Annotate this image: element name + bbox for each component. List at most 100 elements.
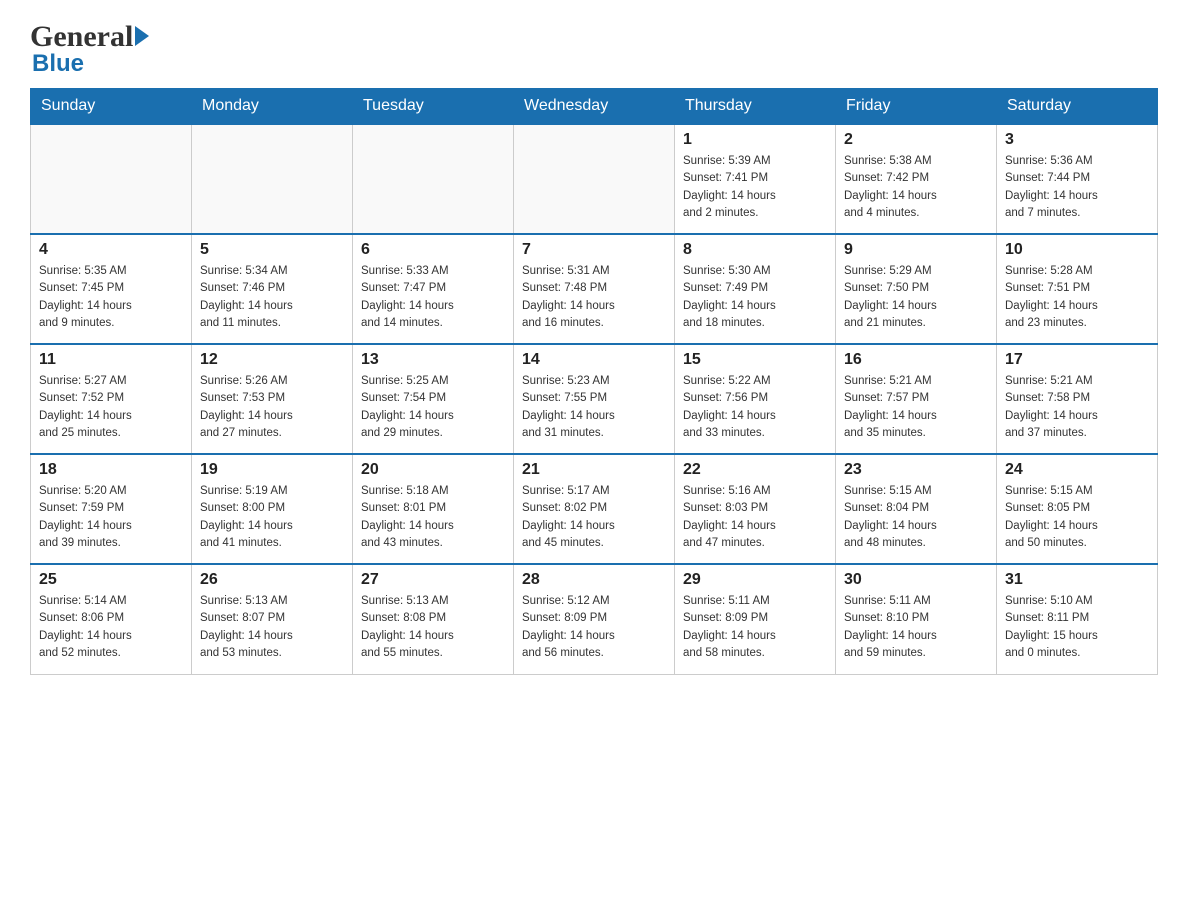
logo-blue-label: Blue: [32, 50, 84, 78]
day-number: 7: [522, 241, 666, 259]
day-number: 16: [844, 351, 988, 369]
calendar-cell: 4Sunrise: 5:35 AM Sunset: 7:45 PM Daylig…: [31, 234, 192, 344]
day-info: Sunrise: 5:26 AM Sunset: 7:53 PM Dayligh…: [200, 373, 344, 442]
calendar-cell: 17Sunrise: 5:21 AM Sunset: 7:58 PM Dayli…: [997, 344, 1158, 454]
day-info: Sunrise: 5:29 AM Sunset: 7:50 PM Dayligh…: [844, 263, 988, 332]
logo: General Blue: [30, 20, 149, 78]
day-info: Sunrise: 5:25 AM Sunset: 7:54 PM Dayligh…: [361, 373, 505, 442]
calendar-cell: 12 Sunrise: 5:26 AM Sunset: 7:53 PM Dayli…: [192, 344, 353, 454]
calendar-table: SundayMondayTuesdayWednesdayThursdayFrid…: [30, 88, 1158, 675]
calendar-header-monday: Monday: [192, 89, 353, 125]
day-number: 28: [522, 571, 666, 589]
day-number: 25: [39, 571, 183, 589]
page-header: General Blue: [30, 20, 1158, 78]
logo-general-text: General: [30, 20, 133, 54]
day-number: 24: [1005, 461, 1149, 479]
calendar-cell: 6 Sunrise: 5:33 AM Sunset: 7:47 PM Daylig…: [353, 234, 514, 344]
calendar-week-1: 1Sunrise: 5:39 AM Sunset: 7:41 PM Daylig…: [31, 124, 1158, 234]
calendar-cell: [514, 124, 675, 234]
day-info: Sunrise: 5:11 AM Sunset: 8:10 PM Dayligh…: [844, 593, 988, 662]
day-number: 21: [522, 461, 666, 479]
calendar-cell: 22 Sunrise: 5:16 AM Sunset: 8:03 PM Dayli…: [675, 454, 836, 564]
calendar-header-saturday: Saturday: [997, 89, 1158, 125]
day-number: 11: [39, 351, 183, 369]
day-number: 4: [39, 241, 183, 259]
calendar-cell: 29 Sunrise: 5:11 AM Sunset: 8:09 PM Dayli…: [675, 564, 836, 674]
calendar-header-thursday: Thursday: [675, 89, 836, 125]
calendar-cell: 27 Sunrise: 5:13 AM Sunset: 8:08 PM Dayli…: [353, 564, 514, 674]
calendar-cell: 3Sunrise: 5:36 AM Sunset: 7:44 PM Daylig…: [997, 124, 1158, 234]
day-number: 26: [200, 571, 344, 589]
day-info: Sunrise: 5:15 AM Sunset: 8:04 PM Dayligh…: [844, 483, 988, 552]
day-info: Sunrise: 5:33 AM Sunset: 7:47 PM Dayligh…: [361, 263, 505, 332]
calendar-cell: 1Sunrise: 5:39 AM Sunset: 7:41 PM Daylig…: [675, 124, 836, 234]
day-number: 8: [683, 241, 827, 259]
day-number: 6: [361, 241, 505, 259]
calendar-week-5: 25 Sunrise: 5:14 AM Sunset: 8:06 PM Dayli…: [31, 564, 1158, 674]
calendar-cell: 9 Sunrise: 5:29 AM Sunset: 7:50 PM Daylig…: [836, 234, 997, 344]
day-number: 15: [683, 351, 827, 369]
calendar-cell: 7Sunrise: 5:31 AM Sunset: 7:48 PM Daylig…: [514, 234, 675, 344]
day-info: Sunrise: 5:39 AM Sunset: 7:41 PM Dayligh…: [683, 153, 827, 222]
calendar-cell: 24 Sunrise: 5:15 AM Sunset: 8:05 PM Dayli…: [997, 454, 1158, 564]
calendar-week-2: 4Sunrise: 5:35 AM Sunset: 7:45 PM Daylig…: [31, 234, 1158, 344]
logo-arrow-icon: [135, 26, 149, 46]
calendar-cell: 10 Sunrise: 5:28 AM Sunset: 7:51 PM Dayli…: [997, 234, 1158, 344]
calendar-cell: 23Sunrise: 5:15 AM Sunset: 8:04 PM Dayli…: [836, 454, 997, 564]
calendar-cell: 2 Sunrise: 5:38 AM Sunset: 7:42 PM Daylig…: [836, 124, 997, 234]
day-info: Sunrise: 5:22 AM Sunset: 7:56 PM Dayligh…: [683, 373, 827, 442]
calendar-cell: [192, 124, 353, 234]
calendar-cell: 8 Sunrise: 5:30 AM Sunset: 7:49 PM Daylig…: [675, 234, 836, 344]
calendar-cell: 11 Sunrise: 5:27 AM Sunset: 7:52 PM Dayli…: [31, 344, 192, 454]
calendar-header-tuesday: Tuesday: [353, 89, 514, 125]
day-info: Sunrise: 5:16 AM Sunset: 8:03 PM Dayligh…: [683, 483, 827, 552]
day-info: Sunrise: 5:30 AM Sunset: 7:49 PM Dayligh…: [683, 263, 827, 332]
day-number: 13: [361, 351, 505, 369]
day-info: Sunrise: 5:28 AM Sunset: 7:51 PM Dayligh…: [1005, 263, 1149, 332]
calendar-cell: 14 Sunrise: 5:23 AM Sunset: 7:55 PM Dayli…: [514, 344, 675, 454]
day-info: Sunrise: 5:12 AM Sunset: 8:09 PM Dayligh…: [522, 593, 666, 662]
day-number: 29: [683, 571, 827, 589]
day-info: Sunrise: 5:14 AM Sunset: 8:06 PM Dayligh…: [39, 593, 183, 662]
day-info: Sunrise: 5:27 AM Sunset: 7:52 PM Dayligh…: [39, 373, 183, 442]
calendar-cell: 5 Sunrise: 5:34 AM Sunset: 7:46 PM Daylig…: [192, 234, 353, 344]
day-number: 22: [683, 461, 827, 479]
day-info: Sunrise: 5:36 AM Sunset: 7:44 PM Dayligh…: [1005, 153, 1149, 222]
calendar-cell: 28 Sunrise: 5:12 AM Sunset: 8:09 PM Dayli…: [514, 564, 675, 674]
calendar-cell: 15 Sunrise: 5:22 AM Sunset: 7:56 PM Dayli…: [675, 344, 836, 454]
day-number: 27: [361, 571, 505, 589]
calendar-header-wednesday: Wednesday: [514, 89, 675, 125]
day-number: 2: [844, 131, 988, 149]
day-info: Sunrise: 5:23 AM Sunset: 7:55 PM Dayligh…: [522, 373, 666, 442]
day-info: Sunrise: 5:13 AM Sunset: 8:08 PM Dayligh…: [361, 593, 505, 662]
calendar-cell: 30 Sunrise: 5:11 AM Sunset: 8:10 PM Dayli…: [836, 564, 997, 674]
calendar-cell: 25 Sunrise: 5:14 AM Sunset: 8:06 PM Dayli…: [31, 564, 192, 674]
day-number: 14: [522, 351, 666, 369]
calendar-header-sunday: Sunday: [31, 89, 192, 125]
day-info: Sunrise: 5:19 AM Sunset: 8:00 PM Dayligh…: [200, 483, 344, 552]
day-info: Sunrise: 5:21 AM Sunset: 7:58 PM Dayligh…: [1005, 373, 1149, 442]
day-number: 10: [1005, 241, 1149, 259]
day-info: Sunrise: 5:11 AM Sunset: 8:09 PM Dayligh…: [683, 593, 827, 662]
day-info: Sunrise: 5:21 AM Sunset: 7:57 PM Dayligh…: [844, 373, 988, 442]
day-number: 5: [200, 241, 344, 259]
calendar-cell: 16 Sunrise: 5:21 AM Sunset: 7:57 PM Dayli…: [836, 344, 997, 454]
calendar-cell: 31Sunrise: 5:10 AM Sunset: 8:11 PM Dayli…: [997, 564, 1158, 674]
calendar-week-4: 18Sunrise: 5:20 AM Sunset: 7:59 PM Dayli…: [31, 454, 1158, 564]
calendar-header-row: SundayMondayTuesdayWednesdayThursdayFrid…: [31, 89, 1158, 125]
day-info: Sunrise: 5:13 AM Sunset: 8:07 PM Dayligh…: [200, 593, 344, 662]
calendar-header-friday: Friday: [836, 89, 997, 125]
calendar-cell: 18Sunrise: 5:20 AM Sunset: 7:59 PM Dayli…: [31, 454, 192, 564]
day-number: 30: [844, 571, 988, 589]
day-info: Sunrise: 5:15 AM Sunset: 8:05 PM Dayligh…: [1005, 483, 1149, 552]
day-info: Sunrise: 5:34 AM Sunset: 7:46 PM Dayligh…: [200, 263, 344, 332]
calendar-cell: 26 Sunrise: 5:13 AM Sunset: 8:07 PM Dayli…: [192, 564, 353, 674]
day-info: Sunrise: 5:20 AM Sunset: 7:59 PM Dayligh…: [39, 483, 183, 552]
calendar-cell: 13 Sunrise: 5:25 AM Sunset: 7:54 PM Dayli…: [353, 344, 514, 454]
day-info: Sunrise: 5:38 AM Sunset: 7:42 PM Dayligh…: [844, 153, 988, 222]
calendar-week-3: 11 Sunrise: 5:27 AM Sunset: 7:52 PM Dayli…: [31, 344, 1158, 454]
calendar-cell: [353, 124, 514, 234]
day-number: 9: [844, 241, 988, 259]
calendar-cell: 21Sunrise: 5:17 AM Sunset: 8:02 PM Dayli…: [514, 454, 675, 564]
day-number: 12: [200, 351, 344, 369]
